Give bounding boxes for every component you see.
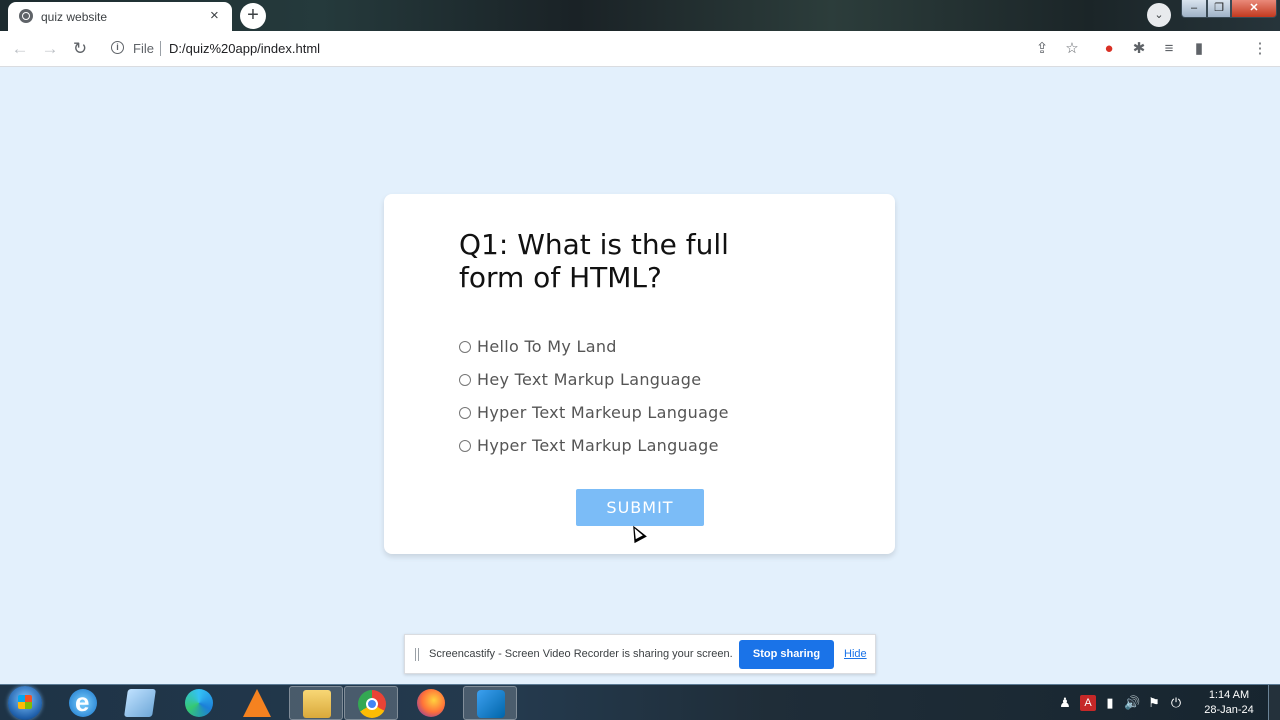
folder-icon — [303, 690, 331, 718]
url-scheme: File — [133, 41, 154, 56]
file-explorer-taskbar-button[interactable] — [289, 686, 343, 720]
address-bar[interactable]: i File D:/quiz%20app/index.html — [102, 35, 1092, 62]
firefox-icon — [417, 689, 445, 717]
site-info-icon[interactable]: i — [111, 41, 124, 54]
minimize-button[interactable]: – — [1181, 0, 1207, 18]
share-message: Screencastify - Screen Video Recorder is… — [429, 648, 733, 660]
edge-icon — [185, 689, 213, 717]
firefox-taskbar-button[interactable] — [404, 686, 458, 720]
hide-link[interactable]: Hide — [844, 648, 867, 660]
notes-taskbar-button[interactable] — [113, 686, 167, 720]
vlc-cone-icon — [243, 689, 271, 717]
answer-option[interactable]: Hello To My Land — [459, 330, 729, 363]
vscode-taskbar-button[interactable] — [463, 686, 517, 720]
close-window-button[interactable]: ✕ — [1231, 0, 1277, 18]
radio-button[interactable] — [459, 340, 471, 353]
address-separator — [160, 41, 161, 56]
window-controls: – ❐ ✕ — [1181, 0, 1277, 18]
radio-button[interactable] — [459, 406, 471, 419]
tab-close-icon[interactable]: × — [210, 7, 219, 25]
notes-icon — [124, 689, 156, 717]
forward-icon[interactable]: → — [40, 39, 60, 59]
volume-icon[interactable]: 🔊 — [1124, 695, 1140, 711]
answer-option[interactable]: Hyper Text Markup Language — [459, 429, 729, 462]
answer-option[interactable]: Hyper Text Markeup Language — [459, 396, 729, 429]
bookmark-star-icon[interactable]: ☆ — [1062, 39, 1082, 59]
chrome-icon — [358, 690, 386, 718]
radio-button[interactable] — [459, 373, 471, 386]
answer-label[interactable]: Hyper Text Markup Language — [477, 436, 719, 455]
clock-date: 28-Jan-24 — [1204, 704, 1254, 716]
show-desktop-button[interactable] — [1268, 685, 1280, 720]
action-center-flag-icon[interactable]: ⚑ — [1146, 695, 1162, 711]
stop-sharing-button[interactable]: Stop sharing — [739, 640, 834, 669]
system-clock[interactable]: 1:14 AM 28-Jan-24 — [1200, 688, 1258, 718]
submit-button[interactable]: SUBMIT — [576, 489, 704, 526]
internet-explorer-taskbar-button[interactable] — [56, 686, 110, 720]
browser-toolbar: ← → ↻ i File D:/quiz%20app/index.html ⇪ … — [0, 31, 1280, 67]
user-tray-icon[interactable]: ♟ — [1057, 695, 1073, 711]
share-icon[interactable]: ⇪ — [1032, 39, 1052, 59]
start-button[interactable] — [8, 686, 42, 720]
browser-tab-strip: quiz website × + ⌄ – ❐ ✕ — [0, 0, 1280, 31]
back-icon[interactable]: ← — [10, 39, 30, 59]
answer-label[interactable]: Hey Text Markup Language — [477, 370, 701, 389]
url-text[interactable]: D:/quiz%20app/index.html — [169, 41, 320, 56]
quiz-question: Q1: What is the full form of HTML? — [459, 228, 729, 294]
windows-taskbar: ♟ A ▮ 🔊 ⚑ ⏻ 1:14 AM 28-Jan-24 — [0, 684, 1280, 720]
answer-label[interactable]: Hello To My Land — [477, 337, 617, 356]
chrome-taskbar-button[interactable] — [344, 686, 398, 720]
side-panel-icon[interactable]: ▮ — [1189, 39, 1209, 59]
network-signal-icon[interactable]: ▮ — [1102, 695, 1118, 711]
reading-list-icon[interactable]: ≡ — [1159, 39, 1179, 59]
extensions-icon[interactable]: ✱ — [1129, 39, 1149, 59]
radio-button[interactable] — [459, 439, 471, 452]
edge-taskbar-button[interactable] — [172, 686, 226, 720]
antivirus-tray-icon[interactable]: A — [1080, 695, 1096, 711]
tab-title: quiz website — [41, 10, 108, 24]
power-icon[interactable]: ⏻ — [1168, 695, 1184, 711]
clock-time: 1:14 AM — [1208, 689, 1250, 701]
quiz-card: Q1: What is the full form of HTML? Hello… — [384, 194, 895, 554]
browser-menu-icon[interactable]: ⋮ — [1250, 39, 1270, 59]
reload-icon[interactable]: ↻ — [70, 39, 90, 59]
browser-tab[interactable]: quiz website × — [8, 2, 232, 31]
screencastify-icon[interactable]: ● — [1099, 39, 1119, 59]
globe-icon — [19, 9, 33, 23]
vscode-icon — [477, 690, 505, 718]
answer-option[interactable]: Hey Text Markup Language — [459, 363, 729, 396]
new-tab-button[interactable]: + — [240, 3, 266, 29]
screen-share-banner: Screencastify - Screen Video Recorder is… — [404, 634, 876, 674]
answer-list: Hello To My Land Hey Text Markup Languag… — [459, 330, 729, 462]
tab-search-button[interactable]: ⌄ — [1147, 3, 1171, 27]
vlc-taskbar-button[interactable] — [230, 686, 284, 720]
drag-handle-icon[interactable] — [415, 648, 419, 661]
internet-explorer-icon — [69, 687, 97, 718]
answer-label[interactable]: Hyper Text Markeup Language — [477, 403, 729, 422]
maximize-button[interactable]: ❐ — [1207, 0, 1231, 18]
